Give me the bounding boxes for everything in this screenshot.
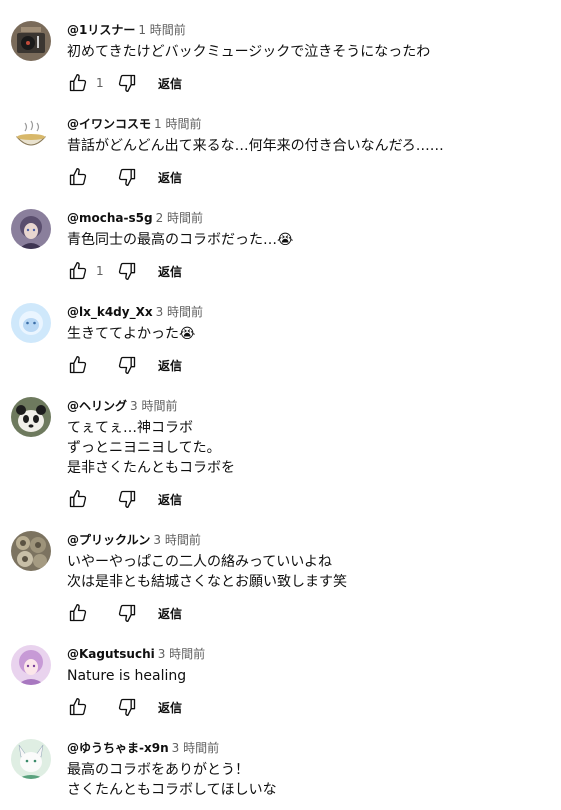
reply-button[interactable]: 返信 (158, 491, 182, 508)
comment-time[interactable]: 3 時間前 (130, 399, 177, 413)
thumbs-down-icon[interactable] (116, 488, 138, 510)
comment-body: @1リスナー 1 時間前 初めてきたけどバックミュージックで泣きそうになったわ 1… (67, 21, 553, 96)
comment-body: @mocha-s5g 2 時間前 青色同士の最高のコラボだった…😭 1 返信 (67, 209, 553, 284)
bowl-illustration-avatar[interactable] (11, 115, 51, 155)
anime-character-avatar[interactable] (11, 209, 51, 249)
comment-header: @プリックルン 3 時間前 (67, 531, 553, 549)
comment-body: @lx_k4dy_Xx 3 時間前 生きててよかった😭 返信 (67, 303, 553, 378)
reply-button[interactable]: 返信 (158, 169, 182, 186)
comment-time[interactable]: 3 時間前 (172, 741, 219, 755)
thumbs-down-icon[interactable] (116, 260, 138, 282)
comment-actions: 返信 (67, 352, 553, 378)
thumbs-down-icon[interactable] (116, 166, 138, 188)
comment-header: @Kagutsuchi 3 時間前 (67, 645, 553, 663)
comment-text: 最高のコラボをありがとう！ さくたんともコラボしてほしいな (67, 762, 277, 798)
comment-header: @1リスナー 1 時間前 (67, 21, 553, 39)
thumbs-up-icon[interactable] (67, 260, 89, 282)
thumbs-up-icon[interactable] (67, 166, 89, 188)
comment-actions: 返信 (67, 694, 553, 720)
comment-body: @Kagutsuchi 3 時間前 Nature is healing 返信 (67, 645, 553, 720)
reply-button[interactable]: 返信 (158, 699, 182, 716)
comment-actions: 返信 (67, 486, 553, 512)
comment-author[interactable]: @lx_k4dy_Xx (67, 305, 153, 319)
white-fox-avatar[interactable] (11, 739, 51, 779)
record-player-avatar[interactable] (11, 21, 51, 61)
comment-header: @イワンコスモ 1 時間前 (67, 115, 553, 133)
like-count: 1 (96, 76, 104, 90)
comment-author[interactable]: @Kagutsuchi (67, 647, 155, 661)
comment-time[interactable]: 1 時間前 (154, 117, 201, 131)
panda-avatar[interactable] (11, 397, 51, 437)
blue-character-avatar[interactable] (11, 303, 51, 343)
thumbs-up-icon[interactable] (67, 602, 89, 624)
comment-author[interactable]: @mocha-s5g (67, 211, 153, 225)
comment-time[interactable]: 3 時間前 (153, 533, 200, 547)
comment-text: 昔話がどんどん出て来るな…何年来の付き合いなんだろ…… (67, 138, 444, 154)
like-count: 1 (96, 264, 104, 278)
thumbs-down-icon[interactable] (116, 72, 138, 94)
comment-actions: 返信 (67, 600, 553, 626)
comment-header: @mocha-s5g 2 時間前 (67, 209, 553, 227)
comment-body: @プリックルン 3 時間前 いやーやっぱこの二人の絡みっていいよね 次は是非とも結… (67, 531, 553, 626)
comment-time[interactable]: 1 時間前 (138, 23, 185, 37)
comment-text: 青色同士の最高のコラボだった…😭 (67, 232, 294, 248)
comment-text: てぇてぇ…神コラボ ずっとニヨニヨしてた。 是非さくたんともコラボを (67, 420, 235, 476)
comment-text: いやーやっぱこの二人の絡みっていいよね 次は是非とも結城さくなとお願い致します笑 (67, 554, 347, 590)
comment-text: 生きててよかった😭 (67, 326, 196, 342)
thumbs-up-icon[interactable] (67, 354, 89, 376)
thumbs-up-icon[interactable] (67, 488, 89, 510)
comment-body: @ゆうちゃま-x9n 3 時間前 最高のコラボをありがとう！ さくたんともコラボし… (67, 739, 553, 800)
comment-author[interactable]: @イワンコスモ (67, 117, 151, 131)
reply-button[interactable]: 返信 (158, 263, 182, 280)
comment-header: @ヘリング 3 時間前 (67, 397, 553, 415)
thumbs-down-icon[interactable] (116, 696, 138, 718)
reply-button[interactable]: 返信 (158, 357, 182, 374)
thumbs-up-icon[interactable] (67, 72, 89, 94)
comment-body: @イワンコスモ 1 時間前 昔話がどんどん出て来るな…何年来の付き合いなんだろ……… (67, 115, 553, 190)
comment-actions: 1 返信 (67, 258, 553, 284)
thumbs-down-icon[interactable] (116, 354, 138, 376)
comment-author[interactable]: @1リスナー (67, 23, 135, 37)
thumbs-up-icon[interactable] (67, 696, 89, 718)
reply-button[interactable]: 返信 (158, 75, 182, 92)
comment-time[interactable]: 3 時間前 (158, 647, 205, 661)
comment-header: @ゆうちゃま-x9n 3 時間前 (67, 739, 553, 757)
comment-header: @lx_k4dy_Xx 3 時間前 (67, 303, 553, 321)
comment-body: @ヘリング 3 時間前 てぇてぇ…神コラボ ずっとニヨニヨしてた。 是非さくたんと… (67, 397, 553, 512)
comment-text: Nature is healing (67, 668, 187, 684)
comment-text: 初めてきたけどバックミュージックで泣きそうになったわ (67, 44, 431, 60)
comment-author[interactable]: @ヘリング (67, 399, 127, 413)
shells-photo-avatar[interactable] (11, 531, 51, 571)
comment-author[interactable]: @プリックルン (67, 533, 150, 547)
thumbs-down-icon[interactable] (116, 602, 138, 624)
comment-author[interactable]: @ゆうちゃま-x9n (67, 741, 169, 755)
comment-actions: 返信 (67, 164, 553, 190)
comment-actions: 1 返信 (67, 70, 553, 96)
reply-button[interactable]: 返信 (158, 605, 182, 622)
pink-anime-avatar[interactable] (11, 645, 51, 685)
comment-time[interactable]: 2 時間前 (156, 211, 203, 225)
comment-time[interactable]: 3 時間前 (156, 305, 203, 319)
